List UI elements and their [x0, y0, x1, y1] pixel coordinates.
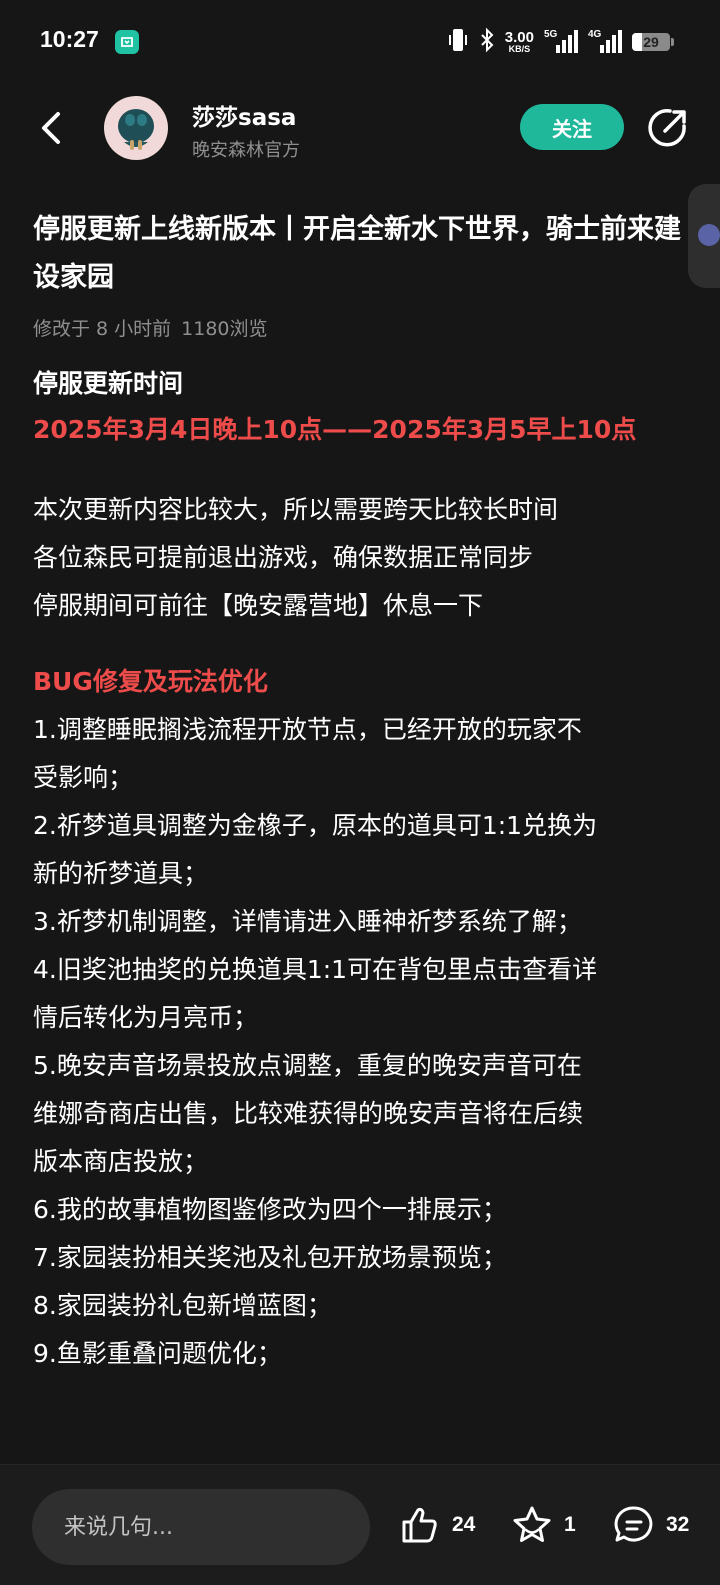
fix-line: 受影响；	[33, 763, 134, 792]
like-button[interactable]: 24	[398, 1495, 475, 1555]
status-bar: 10:27 3.00 KB/S 5G 4G 29	[0, 0, 720, 84]
post-title: 停服更新上线新版本丨开启全新水下世界，骑士前来建设家园	[33, 214, 681, 293]
favorite-button[interactable]: 1	[510, 1495, 576, 1555]
avatar-character-icon	[118, 109, 154, 150]
post-content: 停服更新上线新版本丨开启全新水下世界，骑士前来建设家园 修改于 8 小时前 118…	[33, 206, 693, 1378]
bottom-action-bar: 24 1 32	[0, 1464, 720, 1585]
fix-line: 新的祈梦道具；	[33, 859, 209, 888]
fix-list: 1.调整睡眠搁浅流程开放节点，已经开放的玩家不 受影响； 2.祈梦道具调整为金橡…	[33, 706, 693, 1378]
post-view-count: 1180浏览	[181, 318, 268, 340]
follow-button[interactable]: 关注	[520, 104, 624, 150]
post-modified-time: 修改于 8 小时前	[33, 318, 172, 340]
fix-line: 3.祈梦机制调整，详情请进入睡神祈梦系统了解；	[33, 907, 582, 936]
network-speed: 3.00 KB/S	[504, 29, 534, 54]
comment-bubble-icon	[614, 1506, 653, 1542]
like-count: 24	[452, 1513, 476, 1536]
author-avatar[interactable]	[104, 96, 168, 160]
post-header: 莎莎sasa 晚安森林官方 关注	[0, 84, 720, 288]
chevron-left-icon	[42, 112, 60, 144]
fix-line: 5.晚安声音场景投放点调整，重复的晚安声音可在	[33, 1051, 582, 1080]
post-meta: 修改于 8 小时前 1180浏览	[33, 314, 693, 344]
fix-line: 版本商店投放；	[33, 1147, 209, 1176]
author-subtitle: 晚安森林官方	[192, 140, 300, 161]
status-indicators: 3.00 KB/S 5G 4G 29	[447, 26, 676, 58]
fix-line: 9.鱼影重叠问题优化；	[33, 1339, 282, 1368]
bluetooth-icon	[479, 27, 495, 57]
fix-line: 7.家园装扮相关奖池及礼包开放场景预览；	[33, 1243, 507, 1272]
comment-count: 32	[666, 1513, 690, 1536]
floating-widget-icon	[698, 224, 720, 246]
intro-line: 本次更新内容比较大，所以需要跨天比较长时间	[33, 495, 559, 524]
signal-5g-icon: 5G	[544, 29, 578, 55]
bug-fix-heading: BUG修复及玩法优化	[33, 667, 268, 696]
fix-line: 6.我的故事植物图鉴修改为四个一排展示；	[33, 1195, 507, 1224]
share-button[interactable]	[644, 104, 692, 152]
comment-input[interactable]	[32, 1489, 370, 1565]
star-icon	[513, 1506, 551, 1542]
fix-line: 4.旧奖池抽奖的兑换道具1:1可在背包里点击查看详	[33, 955, 598, 984]
author-name[interactable]: 莎莎sasa	[192, 98, 296, 132]
comment-button[interactable]: 32	[612, 1495, 689, 1555]
share-icon	[648, 109, 686, 147]
back-button[interactable]	[30, 106, 74, 150]
vibrate-icon	[447, 27, 469, 57]
app-notification-icon	[115, 30, 139, 54]
intro-line: 各位森民可提前退出游戏，确保数据正常同步	[33, 543, 534, 572]
intro-line: 停服期间可前往【晚安露营地】休息一下	[33, 591, 484, 620]
battery-icon: 29	[632, 31, 676, 53]
fix-line: 情后转化为月亮币；	[33, 1003, 259, 1032]
favorite-count: 1	[564, 1513, 576, 1536]
signal-4g-icon: 4G	[588, 29, 622, 55]
battery-level: 29	[643, 34, 659, 50]
fix-line: 1.调整睡眠搁浅流程开放节点，已经开放的玩家不	[33, 715, 582, 744]
intro-paragraph: 本次更新内容比较大，所以需要跨天比较长时间 各位森民可提前退出游戏，确保数据正常…	[33, 486, 693, 630]
thumbs-up-icon	[402, 1507, 437, 1543]
fix-line: 2.祈梦道具调整为金橡子，原本的道具可1:1兑换为	[33, 811, 598, 840]
maintenance-time-heading: 停服更新时间	[33, 369, 184, 398]
fix-line: 维娜奇商店出售，比较难获得的晚安声音将在后续	[33, 1099, 584, 1128]
maintenance-time-range: 2025年3月4日晚上10点——2025年3月5早上10点	[33, 415, 637, 444]
fix-line: 8.家园装扮礼包新增蓝图；	[33, 1291, 332, 1320]
status-time: 10:27	[40, 26, 99, 52]
